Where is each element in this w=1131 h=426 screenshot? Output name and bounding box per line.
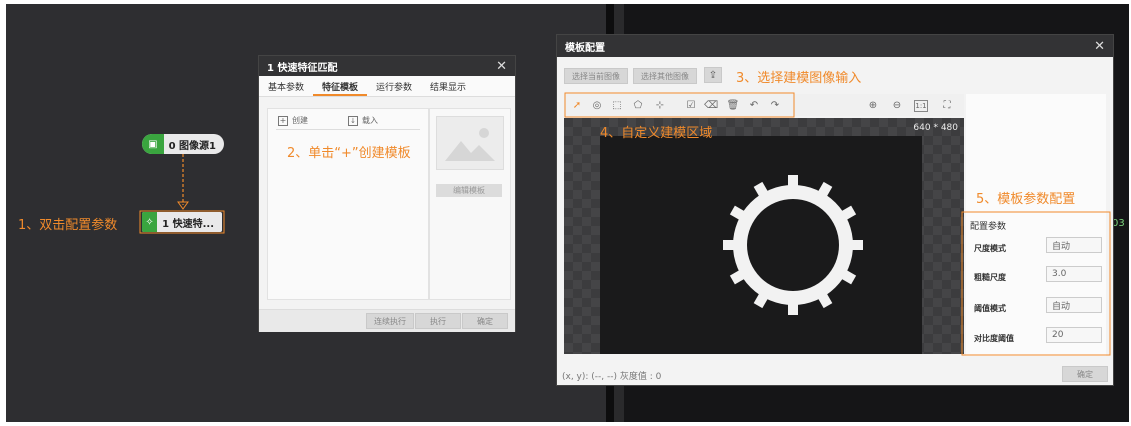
scale-mode-select[interactable]: 自动	[1046, 237, 1102, 253]
param-label-threshold-mode: 阈值模式	[974, 304, 1006, 313]
status-bar: (x, y): (--, --) 灰度值 : 0	[562, 372, 662, 382]
threshold-mode-select[interactable]: 自动	[1046, 297, 1102, 313]
coarse-scale-stepper[interactable]: 3.0	[1046, 266, 1102, 282]
param-section-title: 配置参数	[970, 222, 1007, 232]
screenshot-canvas: 03 ▣ 0 图像源1 ✧ 1 快速特... 1、双击配置参数 1 快速特征匹配…	[0, 0, 1131, 426]
param-highlight	[961, 211, 1111, 356]
contrast-threshold-stepper[interactable]: 20	[1046, 327, 1102, 343]
param-label-coarse-scale: 粗糙尺度	[974, 273, 1006, 282]
param-label-contrast-threshold: 对比度阈值	[974, 334, 1014, 343]
template-confirm-button[interactable]: 确定	[1062, 366, 1108, 382]
param-label-scale-mode: 尺度模式	[974, 244, 1006, 253]
